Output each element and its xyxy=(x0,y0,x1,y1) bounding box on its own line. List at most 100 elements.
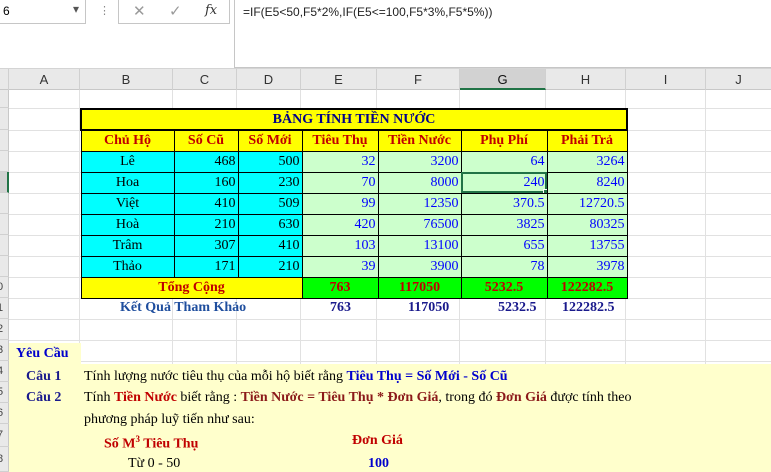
reference-pay[interactable]: 122282.5 xyxy=(562,300,615,316)
total-pay[interactable]: 122282.5 xyxy=(546,276,628,299)
row-header[interactable] xyxy=(0,108,9,130)
cell-fee-selected[interactable]: 240 xyxy=(460,171,548,194)
cell-owner[interactable]: Trâm xyxy=(80,234,175,257)
column-header[interactable]: F xyxy=(377,69,460,90)
more-options-icon[interactable]: ⋮ xyxy=(99,4,111,17)
cell-water[interactable]: 8000 xyxy=(377,171,462,194)
header-water-cost[interactable]: Tiền Nước xyxy=(377,129,462,152)
row-header[interactable]: 4 xyxy=(0,361,9,382)
cell-fee[interactable]: 3825 xyxy=(460,213,548,236)
question-2-text[interactable]: Tính Tiền Nước biết rằng : Tiền Nước = T… xyxy=(84,390,632,406)
row-header[interactable] xyxy=(0,256,9,277)
header-new-reading[interactable]: Số Mới xyxy=(237,129,303,152)
cell-use[interactable]: 103 xyxy=(301,234,379,257)
column-header[interactable]: C xyxy=(173,69,237,90)
cell-water[interactable]: 12350 xyxy=(377,192,462,215)
header-owner[interactable]: Chủ Hộ xyxy=(80,129,175,152)
header-surcharge[interactable]: Phụ Phí xyxy=(460,129,548,152)
cell-old[interactable]: 307 xyxy=(173,234,239,257)
column-header[interactable]: I xyxy=(626,69,706,90)
row-header[interactable] xyxy=(0,193,9,214)
chevron-down-icon[interactable]: ▾ xyxy=(73,2,79,16)
header-total-pay[interactable]: Phải Trả xyxy=(546,129,628,152)
row-header[interactable]: 7 xyxy=(0,424,9,447)
row-header[interactable] xyxy=(0,214,9,235)
row-header[interactable]: 5 xyxy=(0,382,9,403)
cell-new[interactable]: 210 xyxy=(237,255,303,278)
cell-pay[interactable]: 3264 xyxy=(546,150,628,173)
row-header[interactable]: 8 xyxy=(0,447,9,472)
cell-fee[interactable]: 655 xyxy=(460,234,548,257)
header-consumption[interactable]: Tiêu Thụ xyxy=(301,129,379,152)
cell-owner[interactable]: Việt xyxy=(80,192,175,215)
row-header[interactable] xyxy=(0,130,9,151)
row-header[interactable] xyxy=(0,151,9,172)
cell-pay[interactable]: 80325 xyxy=(546,213,628,236)
cell-old[interactable]: 171 xyxy=(173,255,239,278)
column-header[interactable]: A xyxy=(9,69,80,90)
row-header[interactable] xyxy=(0,235,9,256)
cell-new[interactable]: 509 xyxy=(237,192,303,215)
cell-use[interactable]: 32 xyxy=(301,150,379,173)
tier-1-price[interactable]: 100 xyxy=(368,456,389,472)
enter-icon[interactable]: ✓ xyxy=(169,2,182,20)
header-old-reading[interactable]: Số Cũ xyxy=(173,129,239,152)
question-2-label[interactable]: Câu 2 xyxy=(26,390,61,406)
cell-fee[interactable]: 64 xyxy=(460,150,548,173)
row-header-selected[interactable] xyxy=(0,172,9,193)
column-header[interactable]: E xyxy=(301,69,377,90)
question-2-line2[interactable]: phương pháp luỹ tiến như sau: xyxy=(84,412,255,428)
question-1-text[interactable]: Tính lượng nước tiêu thụ của mỗi hộ biết… xyxy=(84,369,508,385)
row-header[interactable]: 1 xyxy=(0,298,9,319)
cell-water[interactable]: 3200 xyxy=(377,150,462,173)
column-header[interactable]: D xyxy=(237,69,301,90)
cell-new[interactable]: 500 xyxy=(237,150,303,173)
select-all-corner[interactable] xyxy=(0,69,9,90)
total-water[interactable]: 117050 xyxy=(377,276,462,299)
row-header[interactable]: 6 xyxy=(0,403,9,424)
cell-use[interactable]: 420 xyxy=(301,213,379,236)
cell-old[interactable]: 210 xyxy=(173,213,239,236)
cell-use[interactable]: 99 xyxy=(301,192,379,215)
row-header[interactable]: 2 xyxy=(0,319,9,340)
cell-use[interactable]: 70 xyxy=(301,171,379,194)
cell-new[interactable]: 630 xyxy=(237,213,303,236)
reference-water[interactable]: 117050 xyxy=(408,300,449,316)
question-1-label[interactable]: Câu 1 xyxy=(26,369,61,385)
reference-fee[interactable]: 5232.5 xyxy=(498,300,537,316)
column-header[interactable]: B xyxy=(80,69,173,90)
cell-fee[interactable]: 78 xyxy=(460,255,548,278)
cell-new[interactable]: 230 xyxy=(237,171,303,194)
reference-use[interactable]: 763 xyxy=(330,300,351,316)
total-fee[interactable]: 5232.5 xyxy=(460,276,548,299)
row-header[interactable]: 0 xyxy=(0,277,9,298)
column-header[interactable]: J xyxy=(706,69,771,90)
cell-owner[interactable]: Hoà xyxy=(80,213,175,236)
formula-input[interactable]: =IF(E5<50,F5*2%,IF(E5<=100,F5*3%,F5*5%)) xyxy=(234,0,771,68)
row-header[interactable] xyxy=(0,90,9,108)
cell-owner[interactable]: Hoa xyxy=(80,171,175,194)
name-box[interactable]: 6 ▾ xyxy=(0,0,86,24)
cell-owner[interactable]: Lê xyxy=(80,150,175,173)
row-header[interactable]: 3 xyxy=(0,340,9,361)
insert-function-icon[interactable]: fx xyxy=(205,3,217,18)
column-header-selected[interactable]: G xyxy=(460,69,546,90)
tier-1-range[interactable]: Từ 0 - 50 xyxy=(128,456,180,472)
column-header[interactable]: H xyxy=(546,69,626,90)
cell-new[interactable]: 410 xyxy=(237,234,303,257)
cell-use[interactable]: 39 xyxy=(301,255,379,278)
cell-pay[interactable]: 8240 xyxy=(546,171,628,194)
requirement-heading[interactable]: Yêu Cầu xyxy=(16,346,69,362)
tier-price-header[interactable]: Đơn Giá xyxy=(352,433,403,449)
cell-old[interactable]: 468 xyxy=(173,150,239,173)
total-use[interactable]: 763 xyxy=(301,276,379,299)
cancel-icon[interactable]: ✕ xyxy=(133,2,146,20)
table-title[interactable]: BẢNG TÍNH TIỀN NƯỚC xyxy=(80,108,628,131)
reference-label[interactable]: Kết Quả Tham Khảo xyxy=(120,300,246,316)
cell-old[interactable]: 160 xyxy=(173,171,239,194)
cell-water[interactable]: 3900 xyxy=(377,255,462,278)
cell-pay[interactable]: 13755 xyxy=(546,234,628,257)
cell-owner[interactable]: Thảo xyxy=(80,255,175,278)
cell-water[interactable]: 13100 xyxy=(377,234,462,257)
total-label[interactable]: Tổng Cộng xyxy=(80,276,303,299)
